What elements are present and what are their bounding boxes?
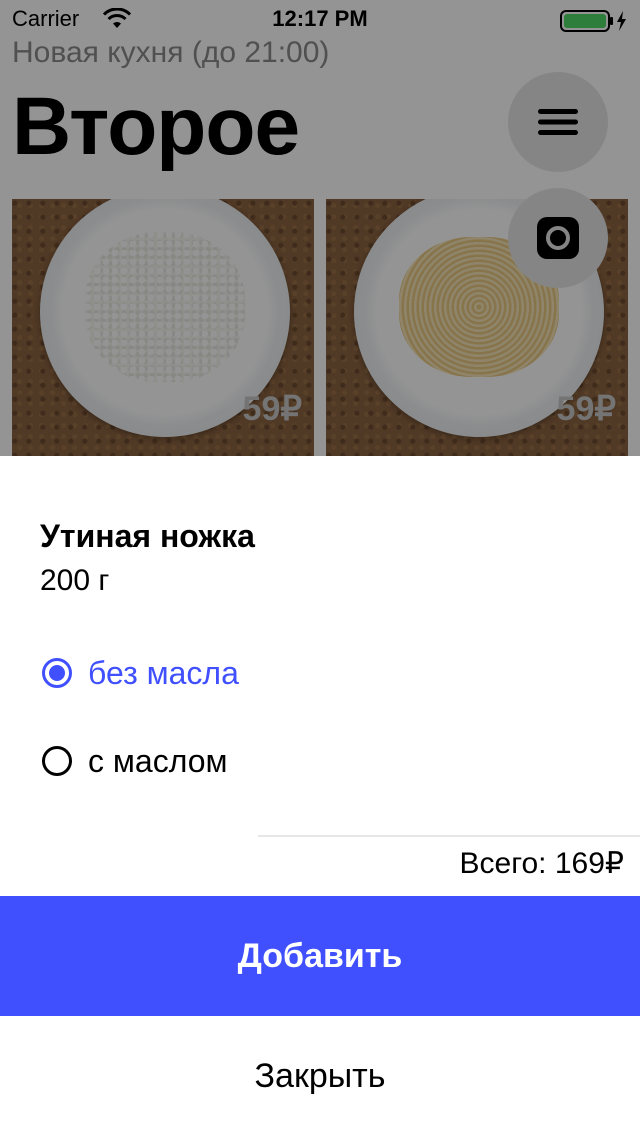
total-price: Всего: 169₽ bbox=[459, 847, 624, 880]
item-weight: 200 г bbox=[40, 564, 110, 597]
add-button[interactable]: Добавить bbox=[0, 896, 640, 1016]
radio-unselected-icon[interactable] bbox=[42, 746, 72, 776]
divider bbox=[258, 835, 640, 837]
option-label: без масла bbox=[88, 654, 239, 691]
screen: Carrier 12:17 PM Новая кухня (до 21:00) … bbox=[0, 0, 640, 1136]
option-label: с маслом bbox=[88, 742, 228, 779]
dim-overlay[interactable] bbox=[0, 0, 640, 460]
radio-selected-icon[interactable] bbox=[42, 658, 72, 688]
option-no-butter[interactable]: без масла bbox=[42, 653, 239, 693]
option-sheet: Утиная ножка 200 г без масла с маслом Вс… bbox=[0, 456, 640, 1136]
option-with-butter[interactable]: с маслом bbox=[42, 741, 228, 781]
close-button[interactable]: Закрыть bbox=[0, 1016, 640, 1136]
item-name: Утиная ножка bbox=[40, 518, 255, 554]
background-page: Carrier 12:17 PM Новая кухня (до 21:00) … bbox=[0, 0, 640, 461]
